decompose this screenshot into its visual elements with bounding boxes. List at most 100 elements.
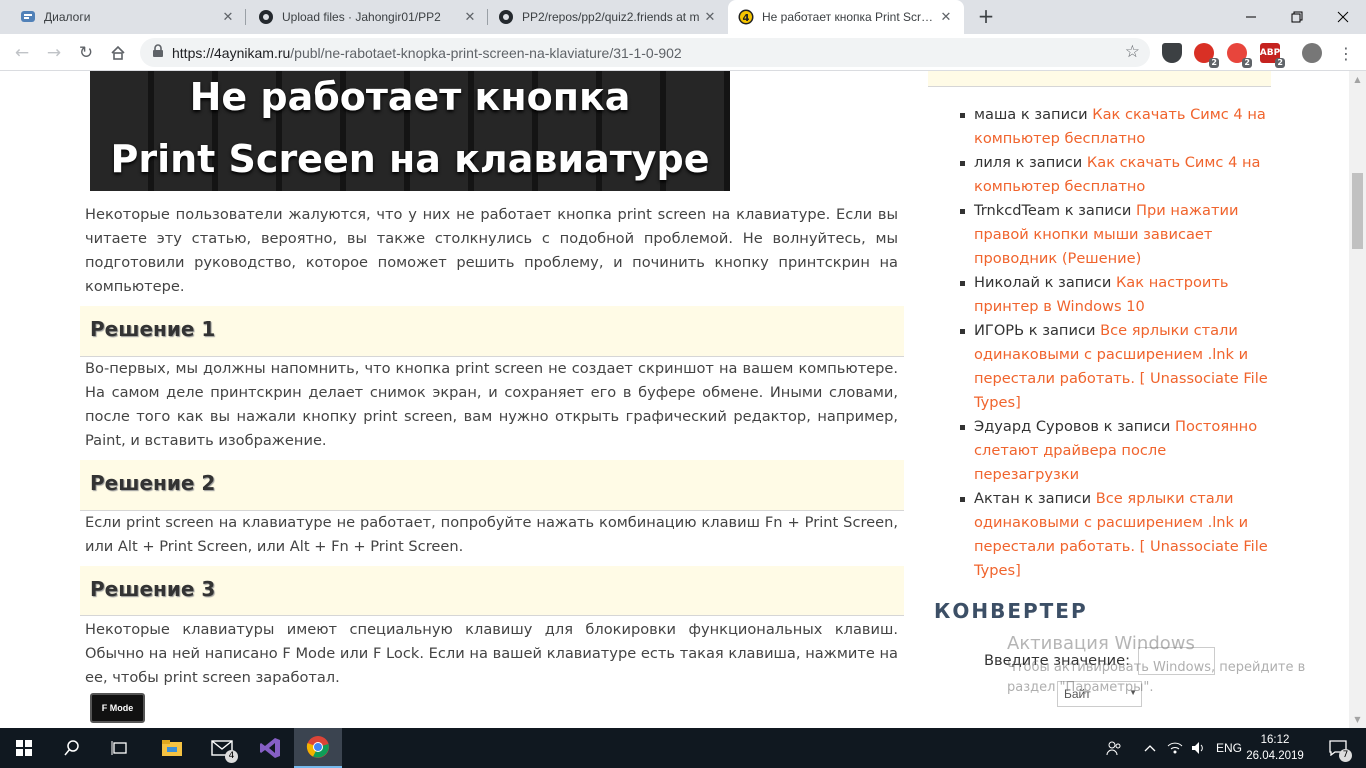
hero-title-line1: Не работает кнопка xyxy=(189,75,631,119)
close-window-icon[interactable] xyxy=(1320,0,1366,34)
scrollbar-thumb[interactable] xyxy=(1352,173,1363,249)
browser-toolbar: ← → ↻ https://4aynikam.ru/publ/ne-rabota… xyxy=(0,34,1366,71)
hero-title-line2: Print Screen на клавиатуре xyxy=(110,137,710,181)
list-item: TrnkcdTeam к записи При нажатии правой к… xyxy=(960,199,1270,271)
tab-print-screen-article[interactable]: 4 Не работает кнопка Print Screen ✕ xyxy=(728,0,964,34)
list-item: Эдуард Суровов к записи Постоянно слетаю… xyxy=(960,415,1270,487)
close-icon[interactable]: ✕ xyxy=(938,10,954,25)
tab-quiz2[interactable]: PP2/repos/pp2/quiz2.friends at m ✕ xyxy=(488,0,728,34)
comment-separator: к записи xyxy=(1039,274,1116,291)
show-hidden-icons-icon[interactable] xyxy=(1140,728,1160,768)
visual-studio-icon[interactable] xyxy=(246,728,294,768)
bookmark-star-icon[interactable]: ☆ xyxy=(1125,42,1140,62)
lock-icon[interactable] xyxy=(152,43,164,62)
mail-badge: 4 xyxy=(225,750,238,763)
heading-text: Решение 2 xyxy=(90,471,216,495)
extension-target-icon[interactable]: 2 xyxy=(1227,43,1252,68)
url-text[interactable]: https://4aynikam.ru/publ/ne-rabotaet-kno… xyxy=(172,45,682,61)
browser-tabstrip: Диалоги ✕ Upload files · Jahongir01/PP2 … xyxy=(0,0,1366,34)
task-view-icon[interactable] xyxy=(96,728,144,768)
f-mode-key-image: F Mode xyxy=(90,693,145,723)
recent-comments-list: маша к записи Как скачать Симс 4 на комп… xyxy=(960,103,1270,583)
comment-separator: к записи xyxy=(1060,202,1137,219)
page-scrollbar[interactable]: ▲ ▼ xyxy=(1349,71,1366,728)
back-arrow-icon[interactable]: ← xyxy=(10,41,34,65)
url-domain: https://4aynikam.ru xyxy=(172,44,291,61)
reload-icon[interactable]: ↻ xyxy=(74,41,98,65)
comment-separator: к записи xyxy=(1099,418,1175,435)
tab-title: Upload files · Jahongir01/PP2 xyxy=(282,10,441,24)
file-explorer-icon[interactable] xyxy=(148,728,196,768)
list-item: Актан к записи Все ярлыки стали одинаков… xyxy=(960,487,1270,583)
windows-start-icon[interactable] xyxy=(0,728,48,768)
clock-time: 16:12 xyxy=(1260,734,1290,746)
vk-chat-icon xyxy=(20,9,36,25)
close-icon[interactable]: ✕ xyxy=(702,10,718,25)
restore-icon[interactable] xyxy=(1274,0,1320,34)
volume-icon[interactable] xyxy=(1188,728,1210,768)
extension-badge: 2 xyxy=(1209,58,1219,68)
article-hero-image: Не работает кнопка Print Screen на клави… xyxy=(90,71,730,191)
list-item: ИГОРЬ к записи Все ярлыки стали одинаков… xyxy=(960,319,1270,415)
comment-author: Актан xyxy=(974,490,1020,507)
windows-taskbar: 4 ENG 16:12 26.04.2019 7 xyxy=(0,728,1366,768)
page-content: Не работает кнопка Print Screen на клави… xyxy=(0,71,1366,728)
scroll-up-icon[interactable]: ▲ xyxy=(1349,71,1366,88)
notifications-icon[interactable]: 7 xyxy=(1318,728,1358,768)
close-icon[interactable]: ✕ xyxy=(462,10,478,25)
tab-title: Не работает кнопка Print Screen xyxy=(762,10,938,24)
scroll-down-icon[interactable]: ▼ xyxy=(1349,711,1366,728)
minimize-icon[interactable] xyxy=(1228,0,1274,34)
comment-author: Эдуард Суровов xyxy=(974,418,1100,435)
comment-author: TrnkcdTeam xyxy=(974,202,1061,219)
activation-watermark-title: Активация Windows xyxy=(1007,633,1195,654)
adblock-icon[interactable]: ABP 2 xyxy=(1259,43,1285,68)
github-icon xyxy=(498,9,514,25)
section-heading-1: Решение 1 xyxy=(80,306,904,357)
home-icon[interactable] xyxy=(106,41,130,65)
menu-dots-icon[interactable]: ⋮ xyxy=(1334,41,1358,65)
shield-extension-icon[interactable] xyxy=(1162,43,1182,63)
heading-text: Решение 3 xyxy=(90,577,216,601)
language-indicator[interactable]: ENG xyxy=(1212,728,1246,768)
extension-badge: 2 xyxy=(1275,58,1285,68)
comment-separator: к записи xyxy=(1010,154,1087,171)
search-icon[interactable] xyxy=(48,728,96,768)
notifications-badge: 7 xyxy=(1339,749,1352,762)
extension-badge: 2 xyxy=(1242,58,1252,68)
comment-author: маша xyxy=(974,106,1017,123)
comment-separator: к записи xyxy=(1016,106,1093,123)
wifi-icon[interactable] xyxy=(1164,728,1186,768)
tab-upload-files[interactable]: Upload files · Jahongir01/PP2 ✕ xyxy=(248,0,488,34)
svg-text:4: 4 xyxy=(743,13,750,24)
site-favicon-icon: 4 xyxy=(738,9,754,25)
system-clock[interactable]: 16:12 26.04.2019 xyxy=(1245,732,1305,764)
url-path: /publ/ne-rabotaet-knopka-print-screen-na… xyxy=(290,44,682,61)
heading-text: Решение 1 xyxy=(90,317,216,341)
tab-title: PP2/repos/pp2/quiz2.friends at m xyxy=(522,10,700,24)
adblock-label: ABP xyxy=(1259,48,1281,58)
section-heading-2: Решение 2 xyxy=(80,460,904,511)
profile-avatar[interactable] xyxy=(1302,43,1322,63)
comment-author: ИГОРЬ xyxy=(974,322,1025,339)
list-item: лиля к записи Как скачать Симс 4 на комп… xyxy=(960,151,1270,199)
new-tab-button[interactable]: + xyxy=(974,6,998,28)
article-intro: Некоторые пользователи жалуются, что у н… xyxy=(85,206,898,295)
github-icon xyxy=(258,9,274,25)
chrome-icon[interactable] xyxy=(294,728,342,768)
list-item: Николай к записи Как настроить принтер в… xyxy=(960,271,1270,319)
close-icon[interactable]: ✕ xyxy=(220,10,236,25)
forward-arrow-icon[interactable]: → xyxy=(42,41,66,65)
sidebar-header-box xyxy=(928,71,1271,87)
comment-author: лиля xyxy=(974,154,1011,171)
people-icon[interactable] xyxy=(1100,728,1128,768)
list-item: маша к записи Как скачать Симс 4 на комп… xyxy=(960,103,1270,151)
address-bar[interactable]: https://4aynikam.ru/publ/ne-rabotaet-kno… xyxy=(140,38,1150,67)
article-paragraph-3: Некоторые клавиатуры имеют специальную к… xyxy=(85,621,898,686)
extension-red-icon[interactable]: 2 xyxy=(1194,43,1219,68)
tab-dialogs[interactable]: Диалоги ✕ xyxy=(10,0,246,34)
article-paragraph-2: Если print screen на клавиатуре не работ… xyxy=(85,514,898,555)
activation-watermark-text: Чтобы активировать Windows, перейдите в … xyxy=(1007,660,1306,695)
comment-author: Николай xyxy=(974,274,1040,291)
mail-icon[interactable]: 4 xyxy=(198,728,246,768)
